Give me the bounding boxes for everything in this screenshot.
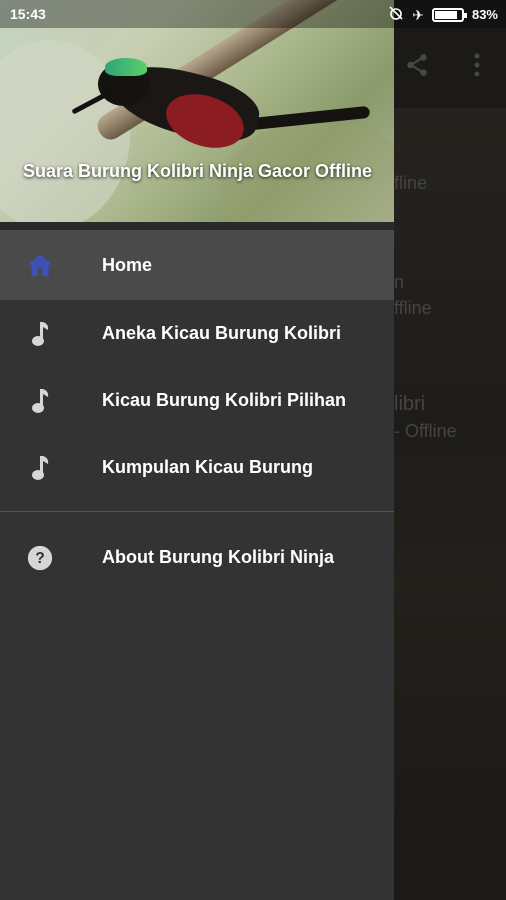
menu-item-label: Kicau Burung Kolibri Pilihan bbox=[102, 390, 347, 410]
menu-divider bbox=[0, 511, 394, 512]
music-note-icon bbox=[27, 321, 53, 347]
battery-percent: 83% bbox=[471, 7, 498, 22]
menu-item-label: Home bbox=[102, 254, 153, 275]
menu-item-label: Kumpulan Kicau Burung bbox=[102, 457, 313, 477]
menu-item-label: Aneka Kicau Burung Kolibri bbox=[102, 323, 342, 343]
drawer-secondary-menu: ? About Burung Kolibri Ninja bbox=[0, 524, 394, 591]
navigation-drawer: Suara Burung Kolibri Ninja Gacor Offline… bbox=[0, 0, 394, 900]
status-bar: 15:43 ✈ 83% bbox=[0, 0, 506, 28]
battery-fill bbox=[434, 10, 457, 19]
menu-item-aneka-kicau[interactable]: Aneka Kicau Burung Kolibri bbox=[0, 300, 394, 367]
drawer-header-title: Suara Burung Kolibri Ninja Gacor Offline bbox=[23, 161, 373, 181]
music-note-icon bbox=[27, 388, 53, 414]
airplane-mode-icon: ✈ bbox=[412, 6, 424, 23]
drawer-menu: Home Aneka Kicau Burung Kolibri Kicau Bu… bbox=[0, 230, 394, 501]
home-icon bbox=[27, 252, 53, 278]
help-icon: ? bbox=[27, 545, 53, 571]
menu-item-kumpulan-kicau[interactable]: Kumpulan Kicau Burung bbox=[0, 434, 394, 501]
menu-item-home[interactable]: Home bbox=[0, 230, 394, 300]
drawer-header: Suara Burung Kolibri Ninja Gacor Offline bbox=[0, 0, 394, 222]
status-time: 15:43 bbox=[10, 6, 46, 22]
menu-item-kicau-pilihan[interactable]: Kicau Burung Kolibri Pilihan bbox=[0, 367, 394, 434]
alarm-off-icon bbox=[388, 5, 404, 24]
svg-text:?: ? bbox=[35, 550, 45, 567]
menu-item-about[interactable]: ? About Burung Kolibri Ninja bbox=[0, 524, 394, 591]
battery-icon bbox=[431, 7, 467, 22]
menu-item-label: About Burung Kolibri Ninja bbox=[102, 547, 334, 567]
music-note-icon bbox=[27, 455, 53, 481]
status-icons: ✈ 83% bbox=[388, 5, 498, 24]
